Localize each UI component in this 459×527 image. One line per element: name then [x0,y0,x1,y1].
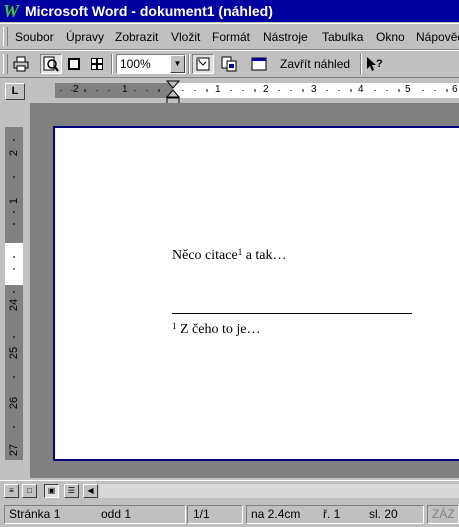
horizontal-scrollbar-area: ≡ □ ▣ ☰ ◀ [0,480,459,500]
menu-soubor[interactable]: Soubor [15,30,54,44]
ruler-label: 26 [8,396,20,410]
toolbar-separator [188,54,190,74]
print-layout-view-button[interactable]: ▣ [44,484,59,498]
document-page[interactable] [53,126,459,461]
horizontal-ruler-ticks [60,89,448,92]
status-page-of: 1/1 [193,507,210,521]
ruler-label: 1 [8,197,20,205]
status-at: na 2.4cm [251,507,301,521]
word-logo-icon: W [3,1,20,21]
outline-view-button[interactable]: ☰ [64,484,79,498]
chevron-down-icon[interactable]: ▼ [170,55,185,73]
menu-nastroje[interactable]: Nástroje [263,30,308,44]
ruler-label: 24 [8,298,20,312]
tab-selector-button[interactable]: L [5,83,25,100]
status-line: ř. 1 [323,507,341,521]
ruler-label: 2 [73,84,79,95]
status-panel-position: Stránka 1 odd 1 [4,505,186,524]
toolbar-separator [360,54,362,74]
one-page-button[interactable] [63,54,85,74]
ruler-label: 2 [8,149,20,157]
status-rec[interactable]: ZÁZ [427,505,459,524]
menu-napoveda[interactable]: Nápověda [416,30,459,44]
magnifier-icon [43,56,59,72]
menu-upravy[interactable]: Úpravy [66,30,104,44]
shrink-to-fit-button[interactable] [218,54,240,74]
print-icon [13,56,29,72]
ruler-label: 25 [8,346,20,360]
menu-okno[interactable]: Okno [376,30,405,44]
menu-tabulka[interactable]: Tabulka [322,30,363,44]
menubar-grip[interactable] [3,27,8,46]
horizontal-scrollbar-track[interactable] [99,484,459,498]
menu-vlozit[interactable]: Vložit [171,30,200,44]
ruler-label: 1 [215,84,221,95]
ruler-label: 27 [8,443,20,457]
menu-format[interactable]: Formát [212,30,250,44]
ruler-label: 3 [311,84,317,95]
magnifier-button[interactable] [40,54,62,74]
multiple-pages-button[interactable] [86,54,108,74]
status-section: odd 1 [101,507,132,521]
shrink-to-fit-icon [221,56,237,72]
title-bar: W Microsoft Word - dokument1 (náhled) [0,0,459,22]
normal-view-button[interactable]: ≡ [4,484,19,498]
ruler-label: 5 [405,84,411,95]
status-page: Stránka 1 [9,507,61,521]
full-screen-button[interactable] [248,54,270,74]
footnote-paragraph[interactable]: 1 Z čeho to je… [172,322,260,338]
context-help-button[interactable]: ? [364,54,386,74]
toolbar-separator [111,54,113,74]
scroll-left-button[interactable]: ◀ [83,484,98,498]
one-page-icon [68,58,80,70]
footnote-separator [172,313,412,314]
print-button[interactable] [10,54,32,74]
body-text-continued: a tak… [242,248,287,263]
toolbar-grip[interactable] [3,54,8,74]
menu-zobrazit[interactable]: Zobrazit [115,30,158,44]
full-screen-icon [251,57,267,71]
zoom-select[interactable]: 100% ▼ [116,54,186,74]
ruler-label: 2 [263,84,269,95]
view-ruler-button[interactable] [192,54,214,74]
menu-bar: Soubor Úpravy Zobrazit Vložit Formát Nás… [0,23,459,50]
close-preview-button[interactable]: Zavřít náhled [276,54,354,74]
ruler-view-icon [196,57,210,71]
svg-text:?: ? [376,58,383,70]
print-preview-toolbar: 100% ▼ Zavřít náhled ? [0,50,459,78]
web-layout-view-button[interactable]: □ [22,484,37,498]
multiple-pages-icon [91,58,103,70]
body-paragraph[interactable]: Něco citace1 a tak… [172,248,287,264]
status-column: sl. 20 [369,507,398,521]
status-bar: Stránka 1 odd 1 1/1 na 2.4cm ř. 1 sl. 20… [0,501,459,527]
status-panel-pages: 1/1 [187,505,243,524]
body-text: Něco citace [172,248,238,263]
status-rec-label: ZÁZ [432,507,455,521]
ruler-label: 1 [122,84,128,95]
window-title: Microsoft Word - dokument1 (náhled) [25,3,273,19]
zoom-value: 100% [120,57,151,71]
ruler-label: 4 [358,84,364,95]
ruler-label: 6 [452,84,458,95]
footnote-text: Z čeho to je… [176,322,261,337]
status-panel-cursor: na 2.4cm ř. 1 sl. 20 [246,505,424,524]
help-icon: ? [367,57,383,71]
